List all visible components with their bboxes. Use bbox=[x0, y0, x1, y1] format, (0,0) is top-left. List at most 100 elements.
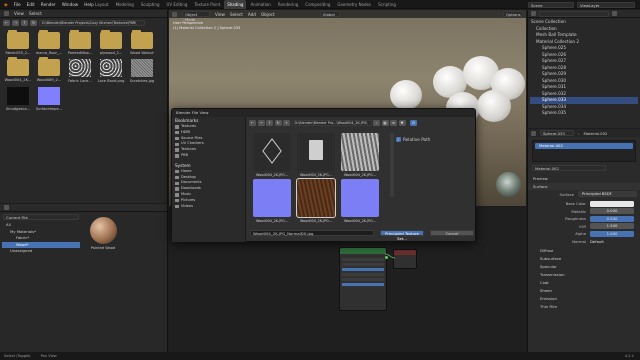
material-slot-item[interactable]: Material.002 bbox=[535, 143, 633, 149]
dialog-forward-icon[interactable]: → bbox=[257, 120, 265, 126]
dialog-file-item[interactable]: Wood004_2K-JPG... bbox=[296, 133, 336, 177]
back-icon[interactable]: ← bbox=[3, 19, 10, 26]
principled-bsdf-node[interactable] bbox=[339, 247, 388, 311]
bsdf-subsection[interactable]: Sheen bbox=[528, 285, 640, 294]
bsdf-subsection[interactable]: Coat bbox=[528, 277, 640, 286]
dialog-file-item[interactable]: Wood004_2K-JPG... bbox=[252, 133, 292, 177]
bsdf-subsection[interactable]: Diffuse bbox=[528, 245, 640, 254]
normal-value[interactable]: Default bbox=[590, 239, 637, 244]
cancel-button[interactable]: Cancel bbox=[430, 230, 474, 236]
fb-path-field[interactable]: D:\Blender\Blender Projects\Cozy Kitchen… bbox=[39, 19, 145, 26]
fb-asset-item[interactable]: plywood_2... bbox=[96, 30, 126, 55]
tab-modeling[interactable]: Modeling bbox=[113, 0, 137, 9]
system-location-item[interactable]: Videos bbox=[172, 204, 245, 210]
dialog-display-icon[interactable]: ▦ bbox=[381, 120, 389, 126]
filter-icon[interactable] bbox=[612, 11, 617, 16]
fb-asset-item[interactable]: Fabric055_2... bbox=[3, 30, 33, 55]
menu-render[interactable]: Render bbox=[41, 2, 56, 7]
asset-preview[interactable]: Painted Wood bbox=[88, 217, 118, 257]
principled-texture-button[interactable]: Principled Texture Set... bbox=[380, 230, 424, 241]
bookmark-item[interactable]: PBR bbox=[172, 153, 245, 159]
bsdf-input-value[interactable]: 0.500 bbox=[590, 215, 634, 222]
menu-edit[interactable]: Edit bbox=[27, 2, 35, 7]
tab-texture-paint[interactable]: Texture Paint bbox=[191, 0, 223, 9]
fb-asset-item[interactable]: SurfaceImpe... bbox=[34, 87, 64, 111]
tab-scripting[interactable]: Scripting bbox=[375, 0, 399, 9]
dialog-path-field[interactable]: D:\Blender\Blender Pro...\Wood004_2K-JPG… bbox=[291, 120, 372, 126]
view-layer-field[interactable]: ViewLayer bbox=[577, 1, 635, 8]
dialog-settings-icon[interactable]: ⚙ bbox=[410, 120, 417, 126]
dialog-sort-icon[interactable]: ≡ bbox=[390, 120, 397, 126]
dialog-file-item[interactable]: Wood004_2K-JPG... bbox=[296, 178, 336, 223]
fb-asset-item[interactable]: macro_floor_... bbox=[34, 30, 64, 55]
bsdf-subsection[interactable]: Specular bbox=[528, 261, 640, 270]
bsdf-input-value[interactable] bbox=[590, 200, 634, 207]
dialog-scrollbar[interactable] bbox=[390, 133, 394, 197]
surface-shader-select[interactable]: Principled BSDF bbox=[578, 191, 637, 197]
dialog-filter-icon[interactable]: ▼ bbox=[398, 120, 406, 126]
fb-asset-item[interactable]: Fabric Lace... bbox=[65, 59, 95, 83]
parent-folder-icon[interactable]: ↑ bbox=[21, 19, 28, 26]
properties-editor-icon[interactable] bbox=[531, 130, 536, 136]
dialog-parent-icon[interactable]: ↑ bbox=[266, 120, 273, 126]
fb-asset-item[interactable]: Scratches.jpg bbox=[127, 59, 157, 83]
tab-sculpting[interactable]: Sculpting bbox=[138, 0, 163, 9]
fb-asset-item[interactable]: Wood Walnut bbox=[127, 30, 157, 55]
catalog-unassigned[interactable]: Unassigned bbox=[2, 248, 80, 255]
fb-menu-select[interactable]: Select bbox=[29, 11, 42, 16]
tab-layout[interactable]: Layout bbox=[92, 0, 112, 9]
asset-editor-icon[interactable] bbox=[4, 205, 9, 210]
outliner-search[interactable] bbox=[539, 10, 609, 17]
tab-geometry-nodes[interactable]: Geometry Nodes bbox=[334, 0, 374, 9]
filename-field[interactable]: Wood004_2K-JPG_NormalDX.jpg bbox=[250, 230, 374, 236]
bsdf-input-value[interactable]: 1.500 bbox=[590, 223, 634, 230]
bookmarks-header[interactable]: Bookmarks bbox=[172, 117, 245, 124]
outliner-item[interactable]: Sphere.035 bbox=[530, 110, 638, 117]
bsdf-input-value[interactable]: 0.000 bbox=[590, 208, 634, 215]
options-button[interactable]: Options bbox=[503, 11, 523, 17]
vp-menu-add[interactable]: Add bbox=[248, 12, 256, 17]
mode-select[interactable]: Object Mode bbox=[182, 11, 210, 22]
dialog-new-folder-icon[interactable]: + bbox=[283, 120, 290, 126]
blender-logo-icon[interactable]: ◉ bbox=[4, 2, 8, 7]
vp-menu-select[interactable]: Select bbox=[230, 12, 243, 17]
menu-window[interactable]: Window bbox=[62, 2, 79, 7]
dialog-file-item[interactable]: Wood004_2K-JPG... bbox=[340, 179, 380, 223]
fb-asset-item[interactable]: Wood089_2... bbox=[34, 57, 64, 83]
tab-compositing[interactable]: Compositing bbox=[302, 0, 333, 9]
tab-rendering[interactable]: Rendering bbox=[275, 0, 301, 9]
dialog-file-item[interactable]: Wood004_2K-JPG... bbox=[340, 133, 380, 177]
refresh-icon[interactable]: ↻ bbox=[30, 19, 37, 26]
dialog-file-item[interactable]: Wood004_2K-JPG... bbox=[252, 179, 292, 223]
dialog-search-icon[interactable]: ⌕ bbox=[373, 120, 380, 126]
fb-asset-item[interactable]: PaintedWoo... bbox=[65, 30, 95, 55]
material-datablock-field[interactable]: Material.002 bbox=[532, 165, 606, 171]
forward-icon[interactable]: → bbox=[12, 19, 19, 26]
outliner-editor-icon[interactable] bbox=[531, 11, 536, 16]
bsdf-input-value[interactable]: 1.000 bbox=[590, 230, 634, 237]
tab-animation[interactable]: Animation bbox=[247, 0, 273, 9]
tab-shading[interactable]: Shading bbox=[224, 0, 247, 9]
asset-library-select[interactable]: Current File bbox=[3, 214, 79, 220]
vp-menu-view[interactable]: View bbox=[215, 12, 225, 17]
dialog-refresh-icon[interactable]: ↻ bbox=[274, 120, 282, 126]
bsdf-subsection[interactable]: Transmission bbox=[528, 269, 640, 278]
properties-object[interactable]: Sphere.033 bbox=[540, 130, 574, 136]
bsdf-subsection[interactable]: Emission bbox=[528, 293, 640, 302]
menu-file[interactable]: File bbox=[14, 2, 21, 7]
bsdf-subsection[interactable]: Subsurface bbox=[528, 253, 640, 262]
editor-type-icon[interactable] bbox=[4, 11, 9, 16]
fb-asset-item[interactable]: SmudgesLa... bbox=[3, 87, 33, 111]
section-surface[interactable]: Surface bbox=[528, 182, 640, 190]
viewport-editor-icon[interactable] bbox=[172, 11, 177, 17]
scene-field[interactable]: Scene bbox=[528, 1, 574, 8]
fb-menu-view[interactable]: View bbox=[14, 11, 24, 16]
fb-asset-item[interactable]: Lace Band.png bbox=[96, 59, 126, 83]
bsdf-subsection[interactable]: Thin Film bbox=[528, 301, 640, 310]
transform-orientation[interactable]: Global bbox=[319, 11, 340, 17]
section-preview[interactable]: Preview bbox=[528, 174, 640, 182]
relative-path-checkbox[interactable]: ✓ bbox=[396, 137, 401, 142]
vp-menu-object[interactable]: Object bbox=[261, 12, 275, 17]
dialog-back-icon[interactable]: ← bbox=[249, 120, 256, 126]
system-header[interactable]: System bbox=[172, 162, 245, 169]
